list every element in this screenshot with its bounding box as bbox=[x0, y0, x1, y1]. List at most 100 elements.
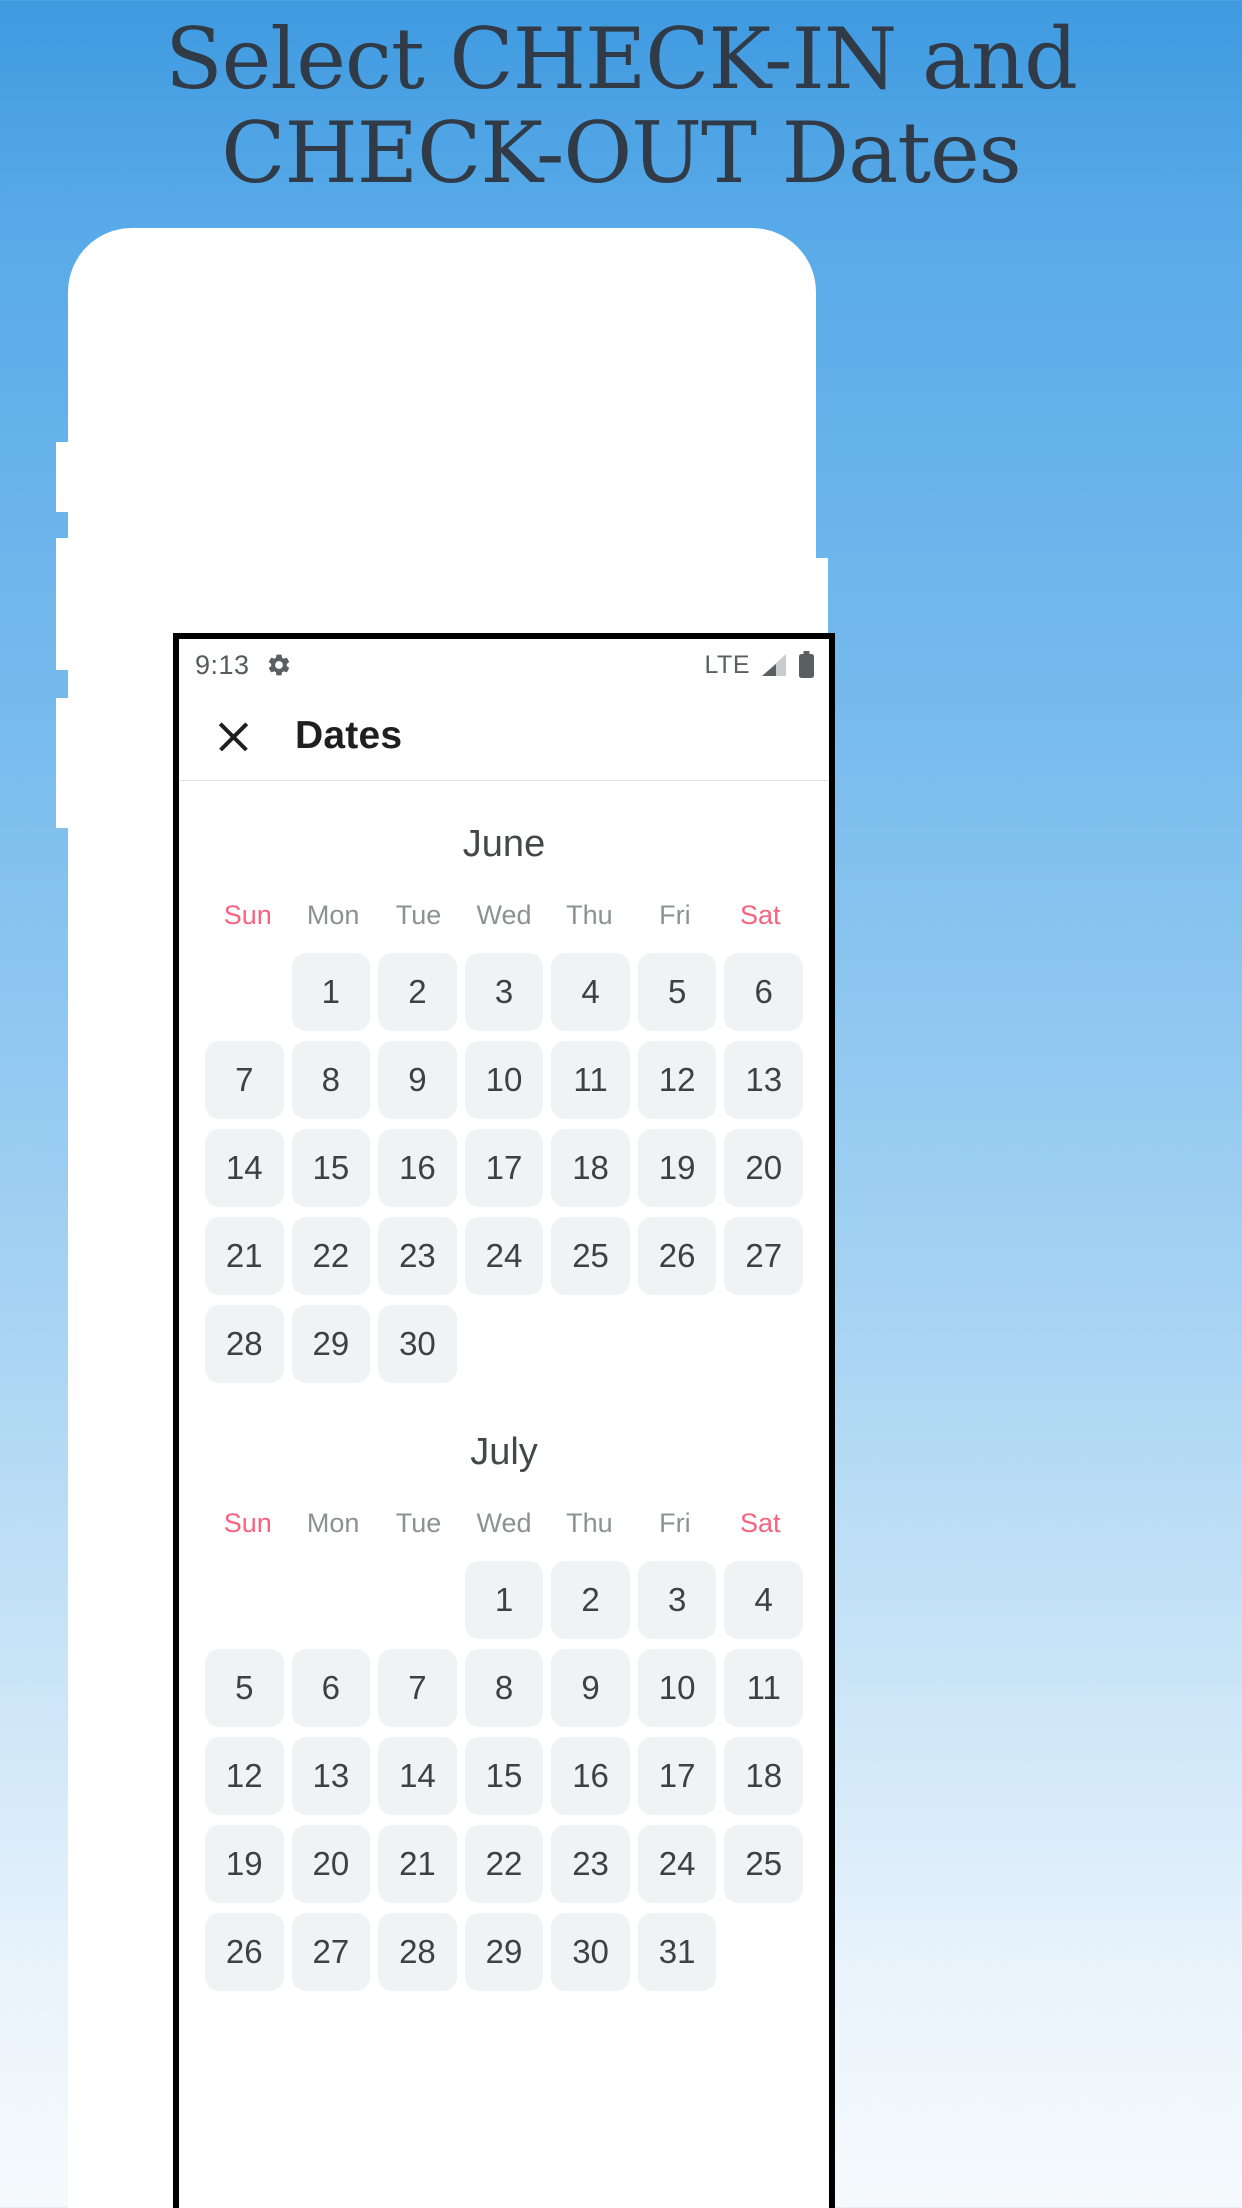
day-grid: 1 2 3 4 5 6 7 8 9 10 11 12 13 14 15 16 17 18 19 20 21 22 23 24 2… bbox=[205, 953, 803, 1383]
weekday-label-tue: Tue bbox=[395, 1508, 442, 1538]
day-cell[interactable]: 21 bbox=[205, 1217, 284, 1295]
day-cell[interactable]: 23 bbox=[378, 1217, 457, 1295]
day-cell[interactable]: 22 bbox=[291, 1217, 371, 1295]
status-bar-network-label: LTE bbox=[704, 650, 750, 679]
day-cell[interactable]: 2 bbox=[378, 953, 457, 1031]
day-cell[interactable]: 16 bbox=[378, 1129, 457, 1207]
day-cell[interactable]: 18 bbox=[724, 1737, 803, 1815]
day-cell[interactable]: 19 bbox=[637, 1129, 717, 1207]
day-cell[interactable]: 10 bbox=[464, 1041, 544, 1119]
day-cell[interactable]: 6 bbox=[724, 953, 803, 1031]
phone-mockup: 9:13 LTE Dates June Sun Mon Tue Wed Thu … bbox=[56, 228, 835, 2208]
day-cell[interactable]: 28 bbox=[205, 1305, 284, 1383]
phone-side-button-volume-down bbox=[56, 698, 72, 828]
day-cell[interactable]: 7 bbox=[205, 1041, 284, 1119]
weekday-label-mon: Mon bbox=[306, 1508, 360, 1538]
day-cell[interactable]: 29 bbox=[464, 1913, 544, 1991]
day-cell[interactable]: 13 bbox=[291, 1737, 371, 1815]
weekday-label-fri: Fri bbox=[659, 1508, 691, 1538]
day-cell[interactable]: 27 bbox=[724, 1217, 803, 1295]
day-cell[interactable]: 18 bbox=[551, 1129, 630, 1207]
day-cell[interactable]: 20 bbox=[291, 1825, 371, 1903]
day-cell[interactable]: 13 bbox=[724, 1041, 803, 1119]
day-cell[interactable]: 25 bbox=[551, 1217, 630, 1295]
phone-side-button-volume-up bbox=[56, 538, 72, 670]
day-cell[interactable]: 9 bbox=[378, 1041, 457, 1119]
signal-bars-icon bbox=[758, 652, 788, 678]
day-cell[interactable]: 7 bbox=[378, 1649, 457, 1727]
month-title: June bbox=[462, 823, 546, 865]
day-cell[interactable]: 22 bbox=[464, 1825, 544, 1903]
day-cell[interactable]: 1 bbox=[291, 953, 371, 1031]
phone-side-button-mute bbox=[56, 442, 72, 512]
day-cell[interactable]: 5 bbox=[205, 1649, 284, 1727]
day-cell[interactable]: 4 bbox=[724, 1561, 803, 1639]
weekday-label-mon: Mon bbox=[306, 900, 360, 930]
day-cell[interactable]: 2 bbox=[551, 1561, 630, 1639]
day-cell[interactable]: 15 bbox=[464, 1737, 544, 1815]
close-icon[interactable] bbox=[213, 716, 253, 756]
day-cell[interactable]: 11 bbox=[724, 1649, 803, 1727]
day-cell-empty bbox=[378, 1561, 457, 1639]
weekday-label-thu: Thu bbox=[566, 1508, 613, 1538]
day-cell[interactable]: 21 bbox=[378, 1825, 457, 1903]
day-cell[interactable]: 6 bbox=[291, 1649, 371, 1727]
gear-icon bbox=[266, 652, 292, 678]
day-cell[interactable]: 12 bbox=[205, 1737, 284, 1815]
weekday-label-wed: Wed bbox=[476, 900, 532, 930]
day-cell-empty bbox=[292, 1561, 371, 1639]
promo-headline-line-1: Select CHECK-IN and bbox=[165, 10, 1078, 108]
day-cell[interactable]: 28 bbox=[378, 1913, 457, 1991]
day-cell[interactable]: 29 bbox=[291, 1305, 371, 1383]
weekday-label-tue: Tue bbox=[395, 900, 442, 930]
day-cell[interactable]: 5 bbox=[637, 953, 717, 1031]
day-cell[interactable]: 8 bbox=[464, 1649, 544, 1727]
day-cell[interactable]: 14 bbox=[378, 1737, 457, 1815]
calendar-scroll-area[interactable]: June Sun Mon Tue Wed Thu Fri Sat 1 2 3 4 5 6 7 8 9 10 11 12… bbox=[179, 781, 829, 2208]
day-cell[interactable]: 3 bbox=[464, 953, 544, 1031]
day-cell[interactable]: 14 bbox=[205, 1129, 284, 1207]
day-cell[interactable]: 17 bbox=[637, 1737, 717, 1815]
day-cell[interactable]: 27 bbox=[291, 1913, 371, 1991]
day-grid: 1 2 3 4 5 6 7 8 9 10 11 12 13 14 15 16 17 18 19 20 21 22 23 24 2… bbox=[205, 1561, 803, 1991]
day-cell[interactable]: 8 bbox=[291, 1041, 371, 1119]
month-block: July Sun Mon Tue Wed Thu Fri Sat 1 2 3 4 5 6 7 8 9 10 11 12… bbox=[205, 1389, 803, 1991]
weekday-header-row: Sun Mon Tue Wed Thu Fri Sat bbox=[205, 900, 803, 931]
weekday-label-sun: Sun bbox=[223, 1508, 272, 1538]
weekday-label-fri: Fri bbox=[659, 900, 691, 930]
weekday-header-row: Sun Mon Tue Wed Thu Fri Sat bbox=[205, 1508, 803, 1539]
day-cell[interactable]: 31 bbox=[637, 1913, 717, 1991]
day-cell[interactable]: 1 bbox=[464, 1561, 544, 1639]
day-cell[interactable]: 3 bbox=[637, 1561, 717, 1639]
day-cell[interactable]: 10 bbox=[637, 1649, 717, 1727]
battery-full-icon bbox=[798, 651, 815, 679]
day-cell[interactable]: 11 bbox=[551, 1041, 630, 1119]
day-cell[interactable]: 26 bbox=[637, 1217, 717, 1295]
weekday-label-sat: Sat bbox=[740, 900, 781, 930]
day-cell[interactable]: 9 bbox=[551, 1649, 630, 1727]
day-cell[interactable]: 30 bbox=[378, 1305, 457, 1383]
page-title: Dates bbox=[295, 713, 403, 757]
status-bar-clock: 9:13 bbox=[195, 649, 250, 680]
weekday-label-thu: Thu bbox=[566, 900, 613, 930]
day-cell[interactable]: 17 bbox=[464, 1129, 544, 1207]
day-cell[interactable]: 20 bbox=[724, 1129, 803, 1207]
app-bar: Dates bbox=[179, 691, 829, 781]
day-cell[interactable]: 23 bbox=[551, 1825, 630, 1903]
day-cell[interactable]: 26 bbox=[205, 1913, 284, 1991]
phone-screen: 9:13 LTE Dates June Sun Mon Tue Wed Thu … bbox=[173, 633, 835, 2208]
day-cell[interactable]: 4 bbox=[551, 953, 630, 1031]
day-cell-empty bbox=[205, 953, 284, 1031]
status-bar: 9:13 LTE bbox=[179, 639, 829, 691]
day-cell[interactable]: 30 bbox=[551, 1913, 630, 1991]
day-cell[interactable]: 24 bbox=[637, 1825, 717, 1903]
promo-headline: Select CHECK-IN and CHECK-OUT Dates bbox=[0, 12, 1242, 200]
day-cell[interactable]: 16 bbox=[551, 1737, 630, 1815]
day-cell[interactable]: 24 bbox=[464, 1217, 544, 1295]
weekday-label-sun: Sun bbox=[223, 900, 272, 930]
day-cell[interactable]: 19 bbox=[205, 1825, 284, 1903]
day-cell[interactable]: 12 bbox=[637, 1041, 717, 1119]
day-cell[interactable]: 15 bbox=[291, 1129, 371, 1207]
day-cell-empty bbox=[205, 1561, 284, 1639]
day-cell[interactable]: 25 bbox=[724, 1825, 803, 1903]
